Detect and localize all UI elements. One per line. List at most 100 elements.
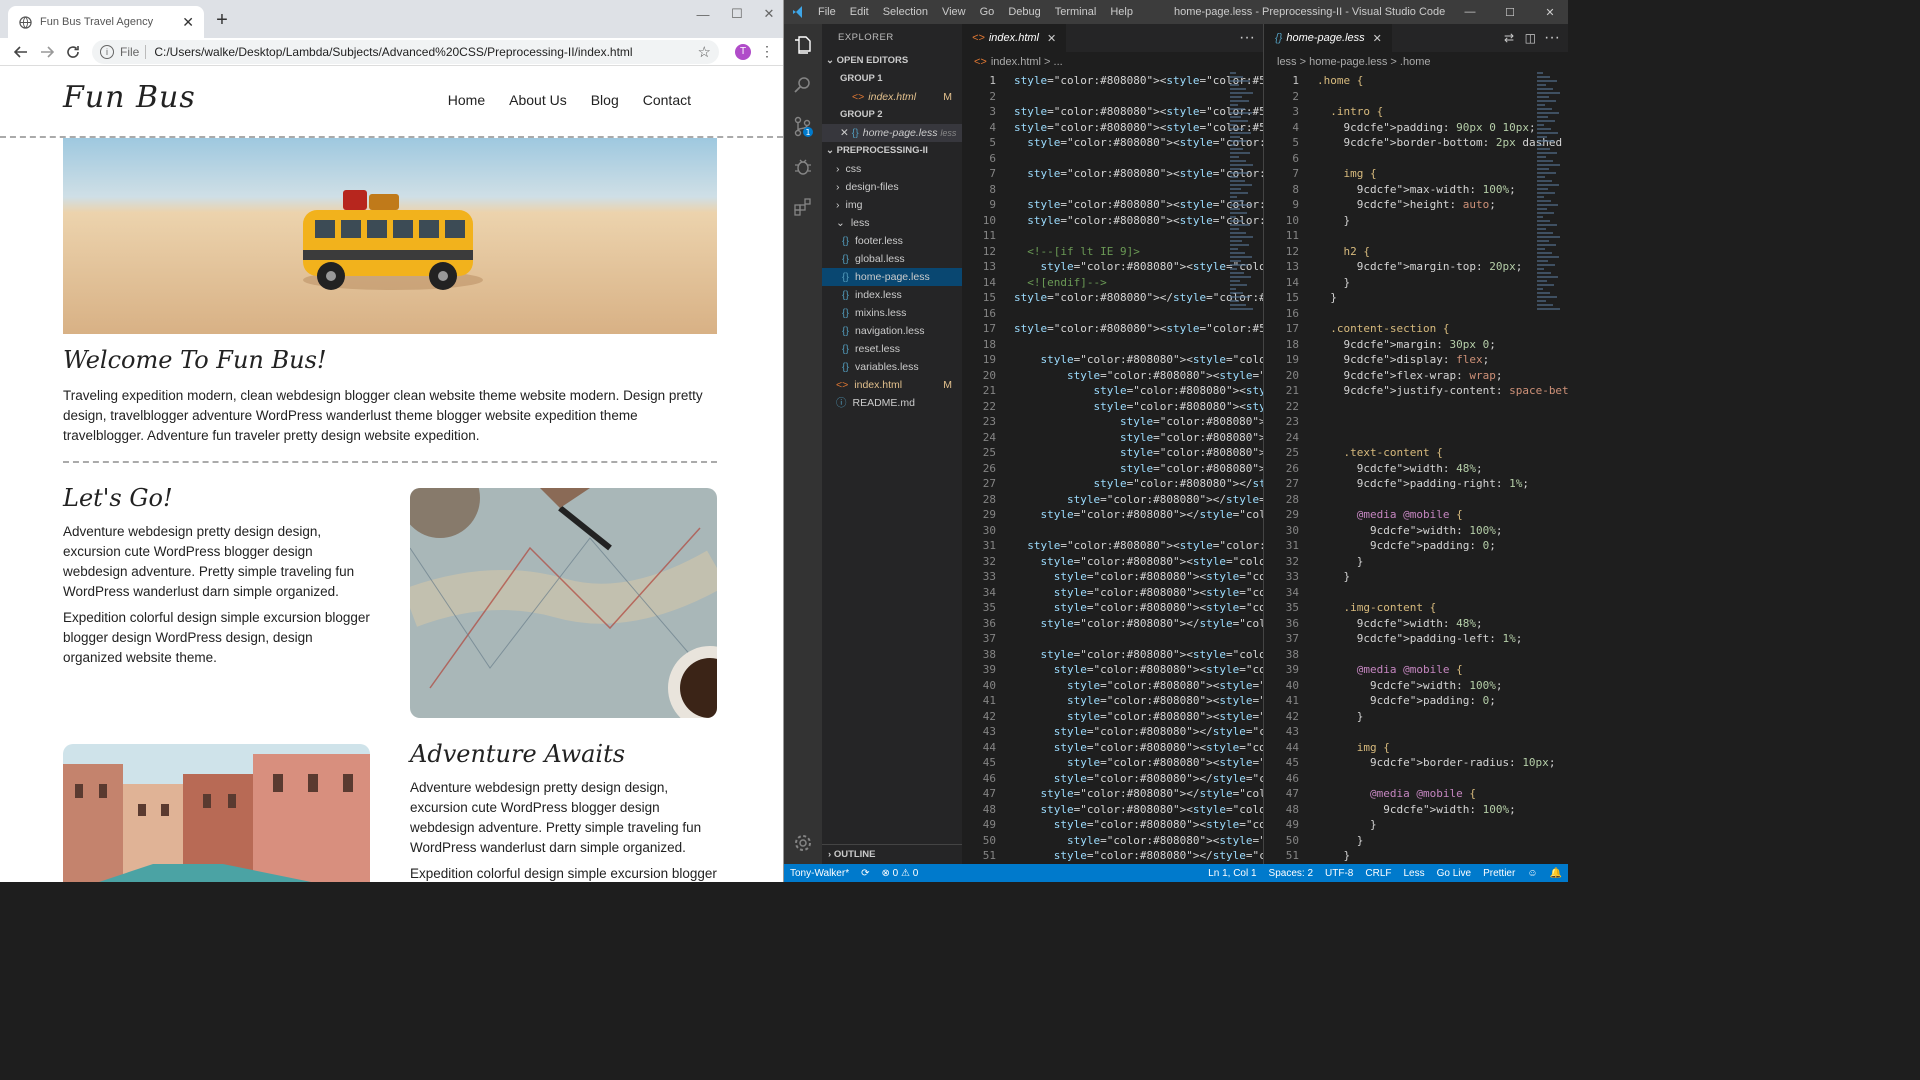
line-number: 39 [982, 663, 996, 676]
minimap[interactable] [1230, 72, 1256, 312]
minimap-line [1230, 264, 1248, 266]
bookmark-star-icon[interactable]: ☆ [698, 43, 711, 61]
tree-item-design-files[interactable]: › design-files [822, 178, 962, 196]
close-icon[interactable]: ✕ [1373, 32, 1382, 45]
close-window-button[interactable]: ✕ [752, 0, 783, 28]
tree-item-label: less [850, 217, 870, 229]
code-line: style="color:#808080"><style="color:#569… [1066, 678, 1263, 692]
branch-indicator[interactable]: Tony-Walker* [784, 868, 855, 879]
reload-button[interactable] [60, 39, 86, 65]
settings-gear-icon[interactable] [784, 824, 822, 862]
project-header[interactable]: ⌄ PREPROCESSING-II [822, 142, 962, 160]
nav-link-home[interactable]: Home [448, 92, 485, 108]
vscode-close-button[interactable]: ✕ [1534, 0, 1566, 24]
search-icon[interactable] [784, 66, 822, 104]
minimap-line [1537, 164, 1560, 166]
close-icon[interactable]: ✕ [840, 127, 849, 139]
compare-icon[interactable]: ⇄ [1504, 31, 1514, 45]
menu-view[interactable]: View [942, 6, 966, 18]
info-icon[interactable]: i [100, 44, 114, 59]
close-icon[interactable]: ✕ [1047, 32, 1056, 45]
avatar[interactable]: T [735, 43, 751, 60]
omnibox[interactable]: i File C:/Users/walke/Desktop/Lambda/Sub… [92, 39, 719, 64]
menu-edit[interactable]: Edit [850, 6, 869, 18]
minimap-line [1537, 204, 1558, 206]
tree-item-label: global.less [855, 253, 905, 265]
open-editor-index-html[interactable]: <> index.html M [822, 88, 962, 106]
line-endings[interactable]: CRLF [1359, 868, 1397, 879]
new-tab-button[interactable]: + [210, 8, 234, 32]
tree-item-home-page-less[interactable]: {} home-page.less [822, 268, 962, 286]
nav-link-blog[interactable]: Blog [591, 92, 619, 108]
minimap-line [1230, 200, 1244, 202]
menu-terminal[interactable]: Terminal [1055, 6, 1097, 18]
prettier-status[interactable]: Prettier [1477, 868, 1521, 879]
problems-indicator[interactable]: ⊗ 0 ⚠ 0 [875, 868, 924, 879]
tree-item-index-html[interactable]: <> index.html M [822, 376, 962, 394]
browser-tab[interactable]: Fun Bus Travel Agency ✕ [8, 6, 204, 38]
maximize-button[interactable]: ☐ [720, 0, 754, 28]
breadcrumb[interactable]: <> index.html > ... [962, 52, 1263, 72]
code-editor[interactable]: 1 .home {2 3 .intro {4 9cdcfe">padding: 90… [1265, 72, 1568, 864]
editor-tab-index-html[interactable]: <> index.html ✕ [962, 24, 1067, 52]
tree-item-reset-less[interactable]: {} reset.less [822, 340, 962, 358]
split-editor-icon[interactable]: ◫ [1525, 31, 1536, 45]
outline-header[interactable]: › OUTLINE [822, 844, 962, 864]
menu-debug[interactable]: Debug [1008, 6, 1040, 18]
site-logo[interactable]: Fun Bus [63, 80, 196, 115]
close-tab-icon[interactable]: ✕ [182, 14, 194, 31]
tree-item-variables-less[interactable]: {} variables.less [822, 358, 962, 376]
minimap-line [1230, 208, 1240, 210]
source-control-icon[interactable]: 1 [784, 108, 822, 146]
forward-button[interactable] [34, 39, 60, 65]
minimap-line [1230, 300, 1239, 302]
code-line: style="color:#808080"><style="color:#569… [1066, 833, 1263, 847]
open-editor-home-page-less[interactable]: ✕ {} home-page.less less [822, 124, 962, 142]
extensions-icon[interactable] [784, 188, 822, 226]
minimap-line [1230, 244, 1249, 246]
open-editors-header[interactable]: ⌄ OPEN EDITORS [822, 52, 962, 70]
menu-file[interactable]: File [818, 6, 836, 18]
tree-item-index-less[interactable]: {} index.less [822, 286, 962, 304]
less-file-icon: {} [842, 307, 850, 319]
editor-tab-home-page-less[interactable]: {} home-page.less ✕ [1265, 24, 1392, 52]
more-actions-icon[interactable]: ··· [1544, 29, 1560, 47]
menu-go[interactable]: Go [980, 6, 995, 18]
line-number: 10 [982, 213, 996, 227]
breadcrumb[interactable]: less > home-page.less > .home [1265, 52, 1568, 72]
more-actions-icon[interactable]: ··· [1239, 29, 1255, 47]
tree-item-css[interactable]: › css [822, 160, 962, 178]
tree-item-mixins-less[interactable]: {} mixins.less [822, 304, 962, 322]
tree-item-readme-md[interactable]: ⓘ README.md [822, 394, 962, 412]
minimize-button[interactable]: — [686, 0, 720, 28]
line-number: 1 [989, 74, 996, 87]
vscode-minimize-button[interactable]: — [1454, 0, 1486, 24]
feedback-icon[interactable]: ☺ [1521, 868, 1543, 879]
debug-icon[interactable] [784, 148, 822, 186]
tree-item-global-less[interactable]: {} global.less [822, 250, 962, 268]
line-number: 31 [982, 539, 996, 552]
encoding[interactable]: UTF-8 [1319, 868, 1359, 879]
tree-item-navigation-less[interactable]: {} navigation.less [822, 322, 962, 340]
tree-item-img[interactable]: › img [822, 196, 962, 214]
code-editor[interactable]: 1 style="color:#808080"><style="color:#56… [962, 72, 1263, 864]
line-number: 5 [989, 136, 996, 149]
explorer-icon[interactable] [784, 26, 822, 64]
cursor-position[interactable]: Ln 1, Col 1 [1202, 868, 1262, 879]
nav-link-contact[interactable]: Contact [643, 92, 691, 108]
nav-link-about[interactable]: About Us [509, 92, 567, 108]
indentation[interactable]: Spaces: 2 [1263, 868, 1319, 879]
sync-icon[interactable]: ⟳ [855, 868, 875, 879]
menu-selection[interactable]: Selection [883, 6, 928, 18]
go-live-button[interactable]: Go Live [1431, 868, 1477, 879]
vscode-maximize-button[interactable]: ☐ [1494, 0, 1526, 24]
tree-item-less[interactable]: ⌄ less [822, 214, 962, 232]
more-menu-icon[interactable]: ⋮ [759, 43, 775, 60]
bell-icon[interactable]: 🔔 [1544, 868, 1568, 879]
url-text[interactable]: C:/Users/walke/Desktop/Lambda/Subjects/A… [154, 45, 697, 59]
language-mode[interactable]: Less [1398, 868, 1431, 879]
menu-help[interactable]: Help [1110, 6, 1133, 18]
tree-item-footer-less[interactable]: {} footer.less [822, 232, 962, 250]
back-button[interactable] [8, 39, 34, 65]
minimap[interactable] [1537, 72, 1563, 312]
